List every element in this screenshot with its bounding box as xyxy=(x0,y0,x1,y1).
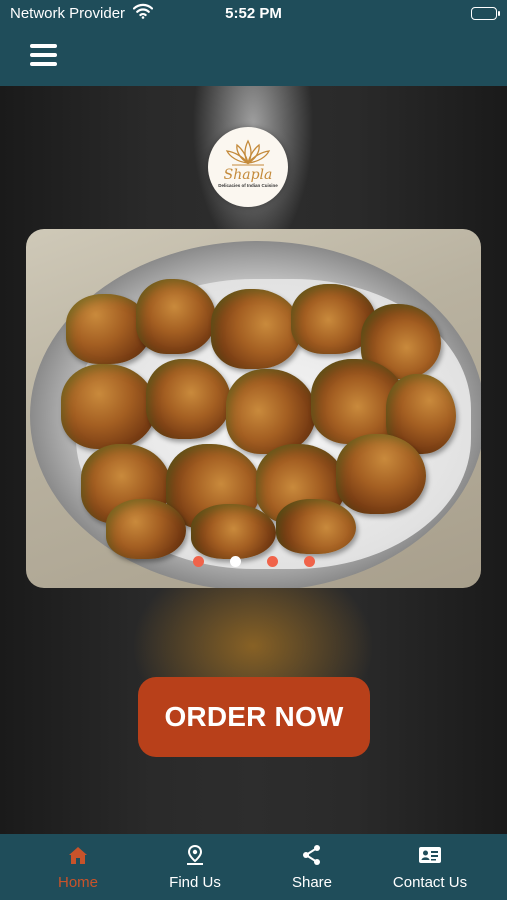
brand-tagline: Delicacies of Indian Cuisine xyxy=(218,183,278,188)
carousel-dot[interactable] xyxy=(229,556,241,567)
battery-icon xyxy=(471,7,500,20)
food-image-carousel[interactable] xyxy=(26,229,481,588)
home-icon xyxy=(18,844,138,866)
carousel-dot[interactable] xyxy=(192,556,204,567)
carousel-dot[interactable] xyxy=(303,556,315,567)
tab-share[interactable]: Share xyxy=(253,834,371,900)
carousel-dot[interactable] xyxy=(266,556,278,567)
tab-contact-us-label: Contact Us xyxy=(392,874,468,891)
tab-home-label: Home xyxy=(57,874,98,891)
order-now-button[interactable]: ORDER NOW xyxy=(138,677,370,757)
hamburger-menu-icon[interactable] xyxy=(30,44,58,68)
tab-find-us-label: Find Us xyxy=(169,874,221,891)
location-pin-icon xyxy=(135,844,255,866)
tab-contact-us[interactable]: Contact Us xyxy=(370,834,490,900)
app-header: Network Provider 5:52 PM xyxy=(0,0,507,86)
tab-find-us[interactable]: Find Us xyxy=(135,834,255,900)
share-icon xyxy=(253,844,371,866)
status-bar: Network Provider 5:52 PM xyxy=(0,0,507,28)
lotus-icon xyxy=(225,139,271,166)
status-time: 5:52 PM xyxy=(225,5,282,22)
contact-card-icon xyxy=(370,844,490,866)
tab-share-label: Share xyxy=(291,874,333,891)
restaurant-logo: Shapla Delicacies of Indian Cuisine xyxy=(208,127,288,207)
bottom-tab-bar: Home Find Us Share Contact Us xyxy=(0,834,507,900)
brand-name: Shapla xyxy=(223,167,273,183)
carousel-indicators xyxy=(26,554,481,568)
tab-home[interactable]: Home xyxy=(18,834,138,900)
